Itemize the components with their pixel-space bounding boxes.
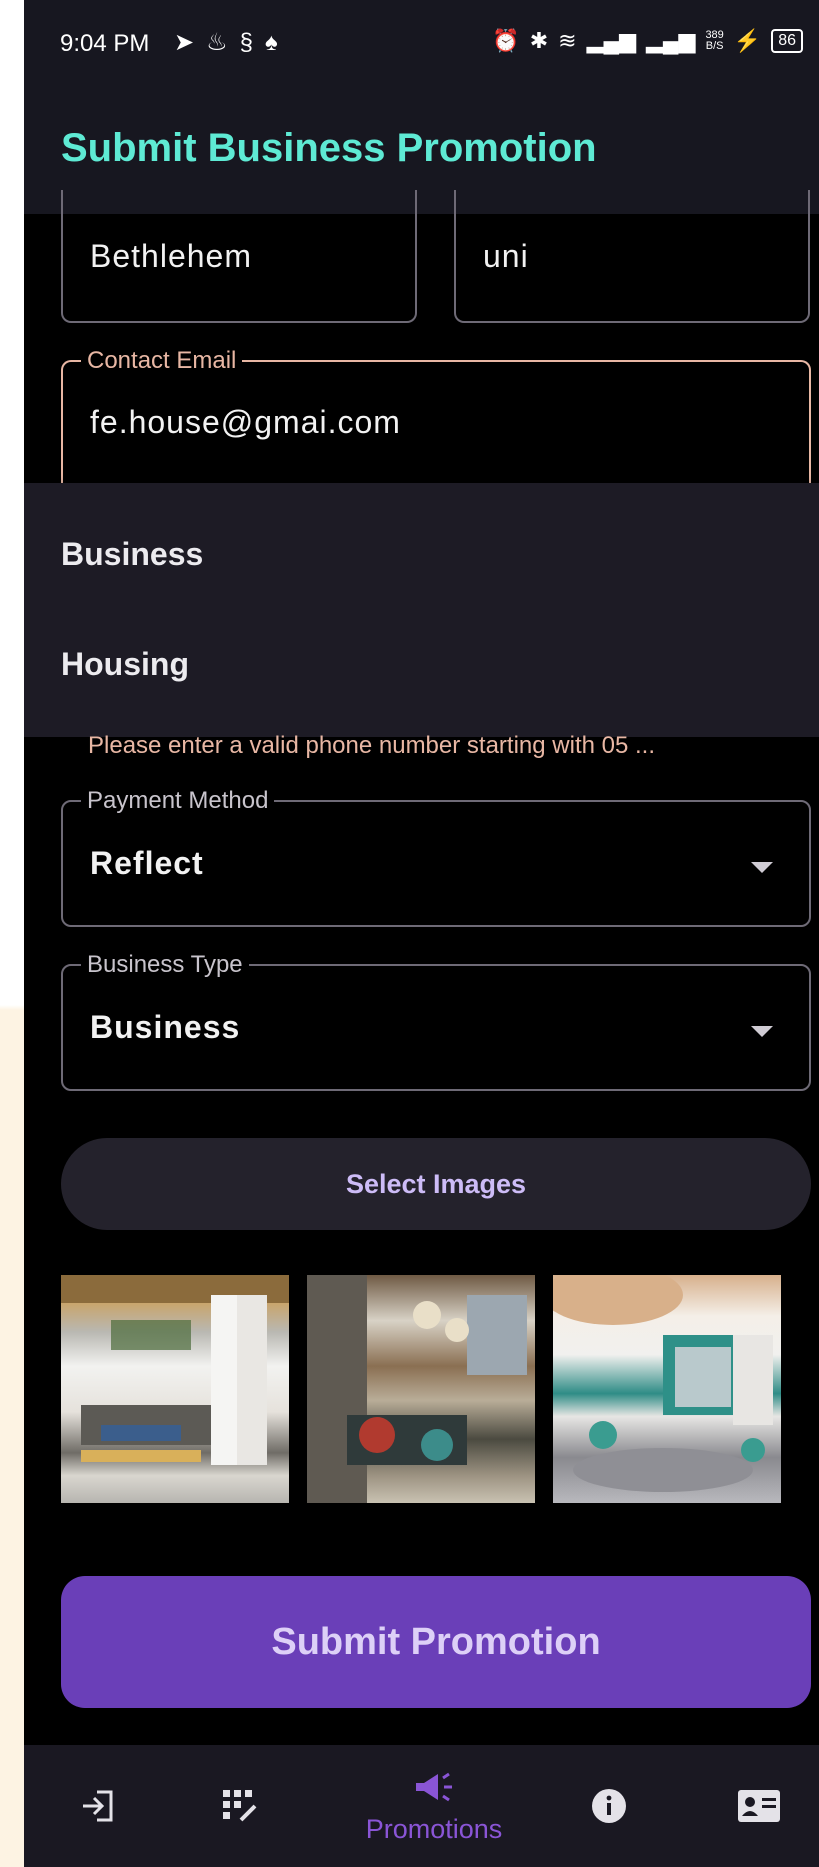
nav-item-login[interactable] — [54, 1745, 144, 1867]
status-notification-icons: ➤♨§♠ — [174, 28, 290, 57]
payment-method-select[interactable]: Payment Method Reflect — [61, 788, 811, 927]
notification-icon: ♠ — [264, 29, 290, 56]
image-thumbnail-2[interactable] — [307, 1275, 535, 1503]
alarm-icon: ⏰ — [492, 28, 520, 53]
payment-method-value: Reflect — [90, 845, 204, 881]
nav-item-dialpad[interactable] — [194, 1745, 284, 1867]
signal-icon-2: ▂▄▆ — [646, 28, 696, 53]
nav-label-promotions: Promotions — [365, 1813, 503, 1844]
chevron-down-icon — [751, 1026, 773, 1037]
bluetooth-icon: ✱ — [529, 28, 549, 53]
battery-indicator: 86 — [771, 29, 803, 53]
status-bar: 9:04 PM ➤♨§♠ ⏰ ✱ ≋ ▂▄▆ ▂▄▆ 389 B/S ⚡ 86 — [24, 0, 819, 96]
wifi-icon: ≋ — [558, 28, 577, 53]
business-type-dropdown-menu: Business Housing — [24, 483, 819, 737]
contact-email-value: fe.house@gmai.com — [90, 404, 401, 440]
nav-item-contact[interactable] — [714, 1745, 804, 1867]
phone-error-text: Please enter a valid phone number starti… — [88, 732, 655, 759]
info-icon — [592, 1789, 626, 1823]
nav-item-promotions[interactable]: Promotions — [314, 1745, 554, 1867]
status-system-icons: ⏰ ✱ ≋ ▂▄▆ ▂▄▆ 389 B/S ⚡ 86 — [492, 28, 803, 54]
page-title: Submit Business Promotion — [61, 126, 597, 170]
contact-email-label: Contact Email — [81, 348, 243, 374]
university-value: uni — [483, 238, 529, 274]
contact-card-icon — [738, 1790, 780, 1822]
contact-email-field[interactable]: Contact Email fe.house@gmai.com — [61, 348, 811, 500]
business-type-select[interactable]: Business Type Business — [61, 952, 811, 1091]
submit-promotion-button[interactable]: Submit Promotion — [61, 1576, 811, 1708]
business-type-label: Business Type — [81, 952, 249, 978]
charging-icon: ⚡ — [733, 28, 762, 53]
login-icon — [83, 1790, 113, 1822]
network-speed: 389 B/S — [705, 30, 723, 52]
nav-item-info[interactable] — [564, 1745, 654, 1867]
network-speed-unit: B/S — [705, 40, 724, 52]
menu-item-housing[interactable]: Housing — [61, 646, 189, 683]
signal-icon: ▂▄▆ — [586, 28, 636, 53]
image-thumbnail-3[interactable] — [553, 1275, 781, 1503]
s-icon: § — [239, 29, 265, 56]
image-thumbnail-1[interactable] — [61, 1275, 289, 1503]
dialpad-icon — [223, 1790, 257, 1822]
university-field[interactable]: uni — [454, 190, 810, 323]
status-time: 9:04 PM — [60, 30, 150, 57]
city-value: Bethlehem — [90, 238, 252, 274]
menu-item-business[interactable]: Business — [61, 536, 203, 573]
background-strip — [0, 0, 24, 1867]
bottom-navigation: Promotions — [24, 1745, 819, 1867]
phone-screen: 9:04 PM ➤♨§♠ ⏰ ✱ ≋ ▂▄▆ ▂▄▆ 389 B/S ⚡ 86 S… — [24, 0, 819, 1867]
select-images-button[interactable]: Select Images — [61, 1138, 811, 1230]
flame-icon: ♨ — [206, 29, 240, 56]
send-icon: ➤ — [174, 29, 207, 56]
city-field[interactable]: Bethlehem — [61, 190, 417, 323]
payment-method-label: Payment Method — [81, 788, 275, 814]
business-type-value: Business — [90, 1009, 241, 1045]
chevron-down-icon — [751, 862, 773, 873]
megaphone-icon — [416, 1772, 452, 1801]
